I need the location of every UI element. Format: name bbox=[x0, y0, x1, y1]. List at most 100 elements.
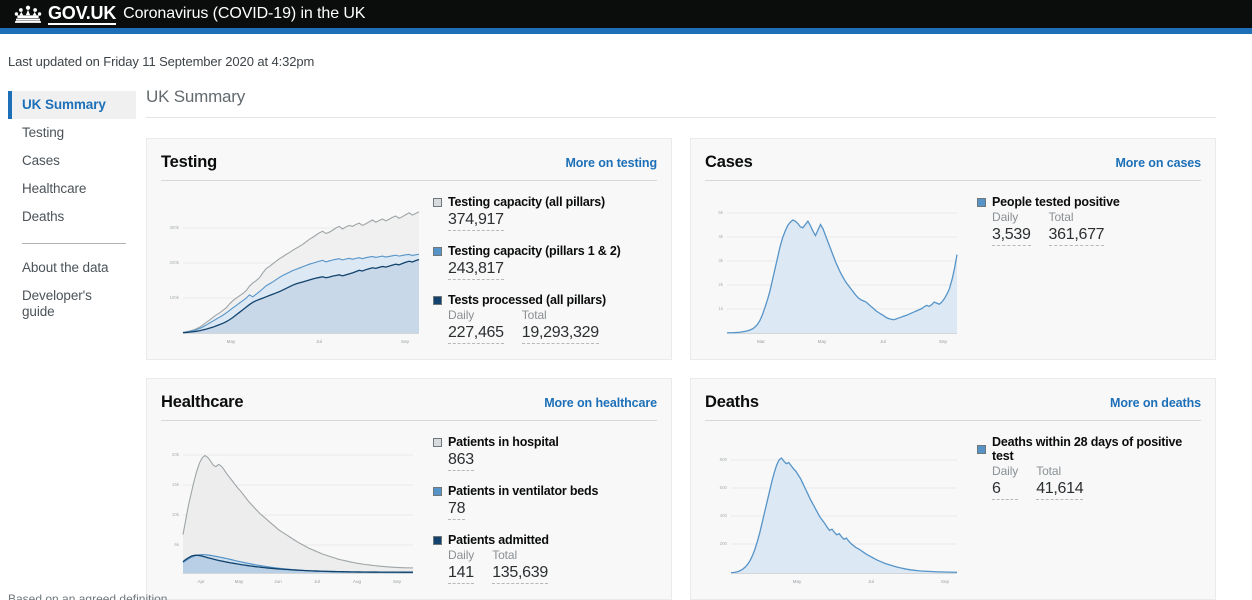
sidebar-item-uk-summary[interactable]: UK Summary bbox=[8, 91, 136, 119]
ytick-2k: 2k bbox=[718, 282, 723, 287]
stats-deaths: Deaths within 28 days of positive test D… bbox=[967, 433, 1201, 599]
stat-number: 78 bbox=[448, 499, 466, 520]
stat-patients-in-ventilator-beds: Patients in ventilator beds 78 bbox=[433, 484, 657, 520]
xtick-jul: Jul bbox=[868, 579, 874, 584]
sidebar-item-about-the-data[interactable]: About the data bbox=[8, 254, 136, 282]
stat-label: Patients in ventilator beds bbox=[448, 484, 599, 498]
card-testing: Testing More on testing 300k 200k 100k M… bbox=[146, 138, 672, 360]
card-body: 800 600 400 200 May Jul Sep Deaths withi… bbox=[705, 421, 1201, 599]
card-title-testing: Testing bbox=[161, 153, 218, 171]
stat-values: Daily 6 Total 41,614 bbox=[977, 464, 1201, 500]
stat-number: 374,917 bbox=[448, 210, 504, 231]
ytick-3k: 3k bbox=[718, 258, 723, 263]
chart-healthcare-svg: 20k 15k 10k 5k Apr May Jun Jul Aug Sep bbox=[172, 452, 414, 584]
stats-cases: People tested positive Daily 3,539 Total… bbox=[967, 193, 1201, 359]
stat-header: Testing capacity (all pillars) bbox=[433, 195, 657, 209]
xtick-sep: Sep bbox=[401, 339, 410, 344]
chart-cases-svg: 5k 4k 3k 2k 1k Mar May Jul Sep bbox=[718, 210, 958, 344]
xtick-may: May bbox=[227, 339, 236, 344]
crown-icon bbox=[12, 4, 48, 24]
card-cases: Cases More on cases 5k 4k 3k 2k 1k Mar M… bbox=[690, 138, 1216, 360]
ytick-15k: 15k bbox=[172, 482, 180, 487]
sidebar-item-deaths[interactable]: Deaths bbox=[8, 203, 136, 231]
more-on-deaths-link[interactable]: More on deaths bbox=[1110, 396, 1201, 410]
series-area-group bbox=[182, 454, 414, 574]
main-content: UK Summary Testing More on testing 300k … bbox=[136, 87, 1252, 600]
more-on-testing-link[interactable]: More on testing bbox=[565, 156, 657, 170]
footnote-text: Based on an agreed definition bbox=[8, 592, 168, 600]
sidebar: UK Summary Testing Cases Healthcare Deat… bbox=[8, 87, 136, 600]
stat-caption: Total bbox=[1036, 464, 1062, 478]
card-header: Cases More on cases bbox=[705, 153, 1201, 181]
stat-col-daily: Daily 6 bbox=[992, 464, 1018, 500]
card-title-deaths: Deaths bbox=[705, 393, 759, 411]
stat-col-total: Total 19,293,329 bbox=[521, 308, 599, 344]
xtick-aug: Aug bbox=[353, 579, 362, 584]
card-body: 20k 15k 10k 5k Apr May Jun Jul Aug Sep P… bbox=[161, 421, 657, 599]
stat-label: People tested positive bbox=[992, 195, 1120, 209]
service-name[interactable]: Coronavirus (COVID-19) in the UK bbox=[123, 5, 365, 23]
series-area-deaths-28-days bbox=[731, 457, 957, 573]
xtick-sep: Sep bbox=[941, 579, 950, 584]
stat-caption: Total bbox=[1048, 210, 1074, 224]
stat-header: Deaths within 28 days of positive test bbox=[977, 435, 1201, 463]
xtick-mar: Mar bbox=[757, 339, 765, 344]
card-healthcare: Healthcare More on healthcare 20k 15k 10… bbox=[146, 378, 672, 600]
stat-header: Patients in ventilator beds bbox=[433, 484, 657, 498]
stat-caption: Total bbox=[521, 308, 547, 322]
stat-label: Patients admitted bbox=[448, 533, 549, 547]
stat-patients-in-hospital: Patients in hospital 863 bbox=[433, 435, 657, 471]
stat-values: Daily 227,465 Total 19,293,329 bbox=[433, 308, 657, 344]
stat-number: 863 bbox=[448, 450, 474, 471]
ytick-200: 200 bbox=[720, 541, 728, 546]
sidebar-item-healthcare[interactable]: Healthcare bbox=[8, 175, 136, 203]
sidebar-item-testing[interactable]: Testing bbox=[8, 119, 136, 147]
stat-number: 19,293,329 bbox=[521, 323, 599, 344]
ytick-600: 600 bbox=[720, 485, 728, 490]
xtick-apr: Apr bbox=[197, 579, 205, 584]
stat-col: 863 bbox=[448, 450, 474, 471]
stat-col-total: Total 361,677 bbox=[1048, 210, 1105, 246]
sidebar-item-developers-guide[interactable]: Developer's guide bbox=[8, 282, 136, 326]
legend-swatch-icon bbox=[977, 197, 986, 207]
stat-testing-capacity-pillars-1-2: Testing capacity (pillars 1 & 2) 243,817 bbox=[433, 244, 657, 280]
stat-people-tested-positive: People tested positive Daily 3,539 Total… bbox=[977, 195, 1201, 246]
stats-testing: Testing capacity (all pillars) 374,917 T… bbox=[423, 193, 657, 359]
chart-testing-svg: 300k 200k 100k May Jul Sep bbox=[169, 211, 420, 344]
xtick-sep: Sep bbox=[939, 339, 948, 344]
legend-swatch-icon bbox=[433, 197, 442, 207]
govuk-brand[interactable]: GOV.UK bbox=[48, 3, 116, 25]
card-body: 300k 200k 100k May Jul Sep Testing capac… bbox=[161, 181, 657, 359]
more-on-cases-link[interactable]: More on cases bbox=[1115, 156, 1201, 170]
stat-header: Testing capacity (pillars 1 & 2) bbox=[433, 244, 657, 258]
more-on-healthcare-link[interactable]: More on healthcare bbox=[544, 396, 657, 410]
stat-col-daily: Daily 227,465 bbox=[448, 308, 504, 344]
series-area-group bbox=[730, 457, 957, 574]
stat-number: 361,677 bbox=[1048, 225, 1105, 246]
stat-col: 78 bbox=[448, 499, 466, 520]
legend-swatch-icon bbox=[433, 295, 442, 305]
stat-label: Tests processed (all pillars) bbox=[448, 293, 606, 307]
stat-caption: Daily bbox=[448, 308, 475, 322]
stat-caption: Total bbox=[492, 548, 518, 562]
ytick-100k: 100k bbox=[169, 295, 179, 300]
card-body: 5k 4k 3k 2k 1k Mar May Jul Sep People te… bbox=[705, 181, 1201, 359]
stat-header: People tested positive bbox=[977, 195, 1201, 209]
stat-testing-capacity-all-pillars: Testing capacity (all pillars) 374,917 bbox=[433, 195, 657, 231]
stat-label: Deaths within 28 days of positive test bbox=[992, 435, 1182, 463]
ytick-300k: 300k bbox=[169, 225, 179, 230]
card-header: Testing More on testing bbox=[161, 153, 657, 181]
stat-number: 141 bbox=[448, 563, 475, 584]
stat-col-daily: Daily 3,539 bbox=[992, 210, 1031, 246]
xtick-sep: Sep bbox=[393, 579, 402, 584]
page-title: UK Summary bbox=[146, 87, 1216, 118]
ytick-1k: 1k bbox=[718, 306, 723, 311]
page-layout: UK Summary Testing Cases Healthcare Deat… bbox=[0, 87, 1252, 600]
chart-testing: 300k 200k 100k May Jul Sep bbox=[161, 193, 423, 359]
xtick-may: May bbox=[793, 579, 802, 584]
summary-card-grid: Testing More on testing 300k 200k 100k M… bbox=[146, 138, 1216, 600]
sidebar-item-cases[interactable]: Cases bbox=[8, 147, 136, 175]
stat-values: 863 bbox=[433, 450, 657, 471]
series-area-group bbox=[182, 211, 420, 334]
stat-patients-admitted: Patients admitted Daily 141 Total 135,63… bbox=[433, 533, 657, 584]
